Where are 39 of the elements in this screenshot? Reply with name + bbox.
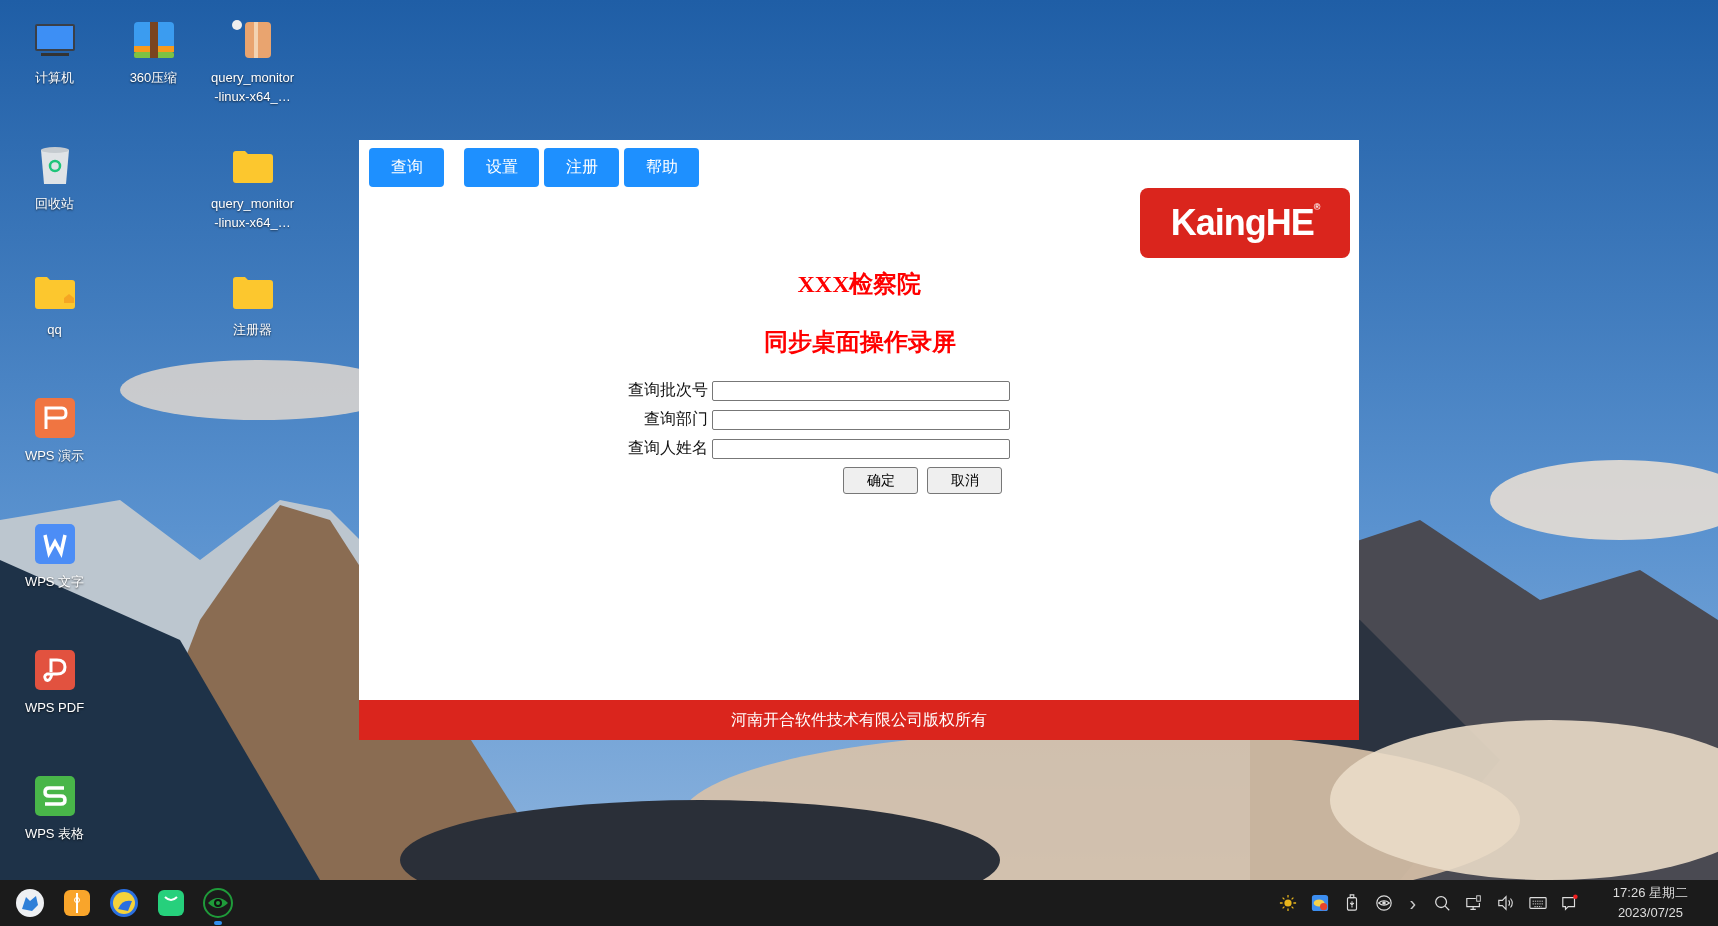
desktop-icon-label: WPS 演示 [23,447,86,465]
start-menu-icon[interactable] [13,886,46,919]
eye-icon[interactable] [1374,894,1393,912]
desktop-icon-label: WPS 表格 [23,825,86,843]
volume-icon[interactable] [1496,894,1515,912]
form-button[interactable]: 取消 [927,467,1002,494]
keyboard-icon[interactable] [1528,894,1547,912]
desktop-icon-label: query_monitor-linux-x64_… [210,69,295,106]
logo: KaingHE$^{®}$ [1140,188,1350,258]
desktop-icon-label: 注册器 [232,321,273,339]
animal-icon[interactable] [107,886,140,919]
expand-tray-button[interactable]: › [1406,891,1419,915]
desktop-icon-label: WPS PDF [23,699,86,717]
input-field[interactable] [712,380,1010,401]
desktop-icon-label: WPS 文字 [23,573,86,591]
notification-icon[interactable] [1560,894,1579,912]
desktop-icon-label: 计算机 [34,69,75,87]
brightness-icon[interactable] [1278,894,1297,912]
input-field[interactable] [712,438,1010,459]
field-label: 查询人姓名 [628,438,708,458]
weather-icon[interactable] [1310,894,1329,912]
organization-title: XXX检察院 [796,270,923,299]
input-field[interactable] [712,409,1010,430]
desktop-icon-label: 回收站 [34,195,75,213]
eye-icon[interactable] [201,886,234,919]
desktop-icon-label: qq [46,321,63,339]
clock-date[interactable]: 2023/07/25 [1617,903,1683,923]
copyright-text: 河南开合软件技术有限公司版权所有 [731,709,987,730]
field-label: 查询部门 [644,409,708,429]
page-title: 同步桌面操作录屏 [762,327,957,357]
clock-time[interactable]: 17:26 星期二 [1612,883,1688,903]
network-icon[interactable] [1464,894,1483,912]
form-button[interactable]: 确定 [843,467,918,494]
desktop-icon-label: 360压缩 [128,69,179,87]
field-label: 查询批次号 [628,380,708,400]
app-icon[interactable] [32,648,77,692]
desktop-icon-label: query_monitor-linux-x64_… [210,195,295,232]
search-icon[interactable] [1432,894,1451,912]
app-icon[interactable] [32,774,77,818]
